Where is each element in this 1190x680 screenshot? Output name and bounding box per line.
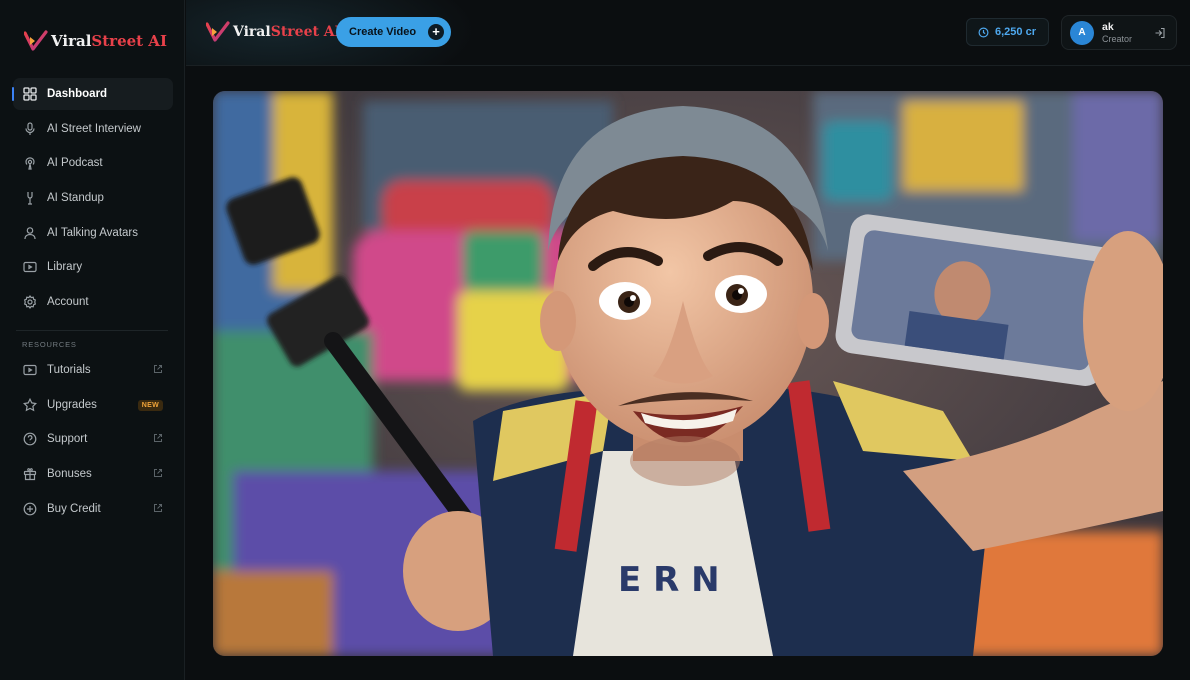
- sidebar-item-library[interactable]: Library: [13, 251, 173, 283]
- top-bar: ViralStreet AI Create Video + 6,250 cr A…: [186, 0, 1190, 66]
- avatar: A: [1070, 21, 1094, 45]
- header-brand-logo[interactable]: ViralStreet AI: [206, 21, 341, 43]
- sidebar-item-label: Bonuses: [47, 468, 92, 481]
- new-badge: NEW: [137, 399, 163, 411]
- credits-value: 6,250 cr: [995, 26, 1036, 38]
- sidebar-item-label: AI Talking Avatars: [47, 226, 138, 239]
- help-icon: [23, 432, 37, 446]
- sidebar-divider: [16, 330, 168, 331]
- sidebar-item-label: Dashboard: [47, 88, 108, 100]
- sidebar-item-label: Account: [47, 296, 89, 309]
- main-nav: Dashboard AI Street Interview AI Podcast…: [12, 78, 173, 321]
- gear-icon: [23, 295, 37, 310]
- brand-name-part2: Street AI: [91, 32, 167, 50]
- video-library-icon: [23, 260, 37, 274]
- svg-text:E R N: E R N: [618, 560, 720, 600]
- sidebar-item-label: Upgrades: [47, 398, 97, 411]
- stand-mic-icon: [23, 191, 37, 205]
- create-video-label: Create Video: [349, 26, 417, 38]
- sidebar-item-label: Tutorials: [47, 364, 91, 376]
- sidebar: ViralStreet AI Dashboard AI Street Inter…: [0, 0, 185, 680]
- clock-icon: [978, 27, 989, 37]
- sidebar-item-buy-credit[interactable]: Buy Credit: [13, 493, 173, 525]
- sidebar-item-ai-talking-avatars[interactable]: AI Talking Avatars: [13, 217, 173, 249]
- microphone-icon: [23, 122, 37, 136]
- user-icon: [23, 226, 37, 240]
- sidebar-item-label: Library: [47, 261, 83, 274]
- selfie-illustration: E R N: [213, 91, 1163, 656]
- logo-mark-icon: [24, 30, 48, 51]
- sidebar-item-upgrades[interactable]: Upgrades NEW: [13, 389, 173, 421]
- star-icon: [23, 397, 37, 412]
- external-link-icon: [154, 434, 162, 443]
- user-role: Creator: [1102, 34, 1133, 44]
- user-name: ak: [1102, 21, 1114, 33]
- brand-name-part2: Street AI: [270, 24, 342, 40]
- play-icon: [23, 363, 37, 377]
- sidebar-item-label: Buy Credit: [47, 502, 101, 515]
- sidebar-item-tutorials[interactable]: Tutorials: [13, 354, 173, 386]
- sidebar-item-ai-podcast[interactable]: AI Podcast: [13, 147, 173, 179]
- plus-icon: +: [428, 24, 444, 40]
- gift-icon: [23, 467, 37, 481]
- resources-nav: Tutorials Upgrades NEW Support Bonuses B…: [13, 354, 173, 527]
- sidebar-item-dashboard[interactable]: Dashboard: [12, 78, 173, 110]
- brand-name-part1: Viral: [51, 32, 92, 50]
- sidebar-item-ai-street-interview[interactable]: AI Street Interview: [13, 113, 173, 145]
- plus-circle-icon: [23, 502, 37, 516]
- credits-balance[interactable]: 6,250 cr: [966, 18, 1049, 46]
- sidebar-item-label: AI Street Interview: [47, 122, 141, 135]
- external-link-icon: [154, 503, 162, 512]
- podcast-icon: [23, 156, 37, 170]
- sidebar-item-account[interactable]: Account: [13, 286, 173, 318]
- sidebar-item-label: Support: [47, 433, 88, 446]
- create-video-button[interactable]: Create Video +: [336, 17, 451, 47]
- sidebar-item-label: AI Standup: [47, 192, 104, 205]
- brand-name-part1: Viral: [233, 24, 271, 40]
- sidebar-item-bonuses[interactable]: Bonuses: [13, 458, 173, 490]
- user-menu[interactable]: A ak Creator: [1061, 15, 1177, 50]
- logo-mark-icon: [206, 21, 230, 42]
- sidebar-item-label: AI Podcast: [47, 157, 103, 170]
- external-link-icon: [154, 469, 162, 478]
- hero-image: E R N: [213, 91, 1163, 656]
- external-link-icon: [154, 365, 162, 373]
- sidebar-item-support[interactable]: Support: [13, 423, 173, 455]
- brand-logo[interactable]: ViralStreet AI: [24, 30, 167, 52]
- logout-icon[interactable]: [1154, 27, 1166, 39]
- grid-icon: [23, 87, 37, 101]
- resources-heading: RESOURCES: [22, 340, 77, 349]
- sidebar-item-ai-standup[interactable]: AI Standup: [13, 182, 173, 214]
